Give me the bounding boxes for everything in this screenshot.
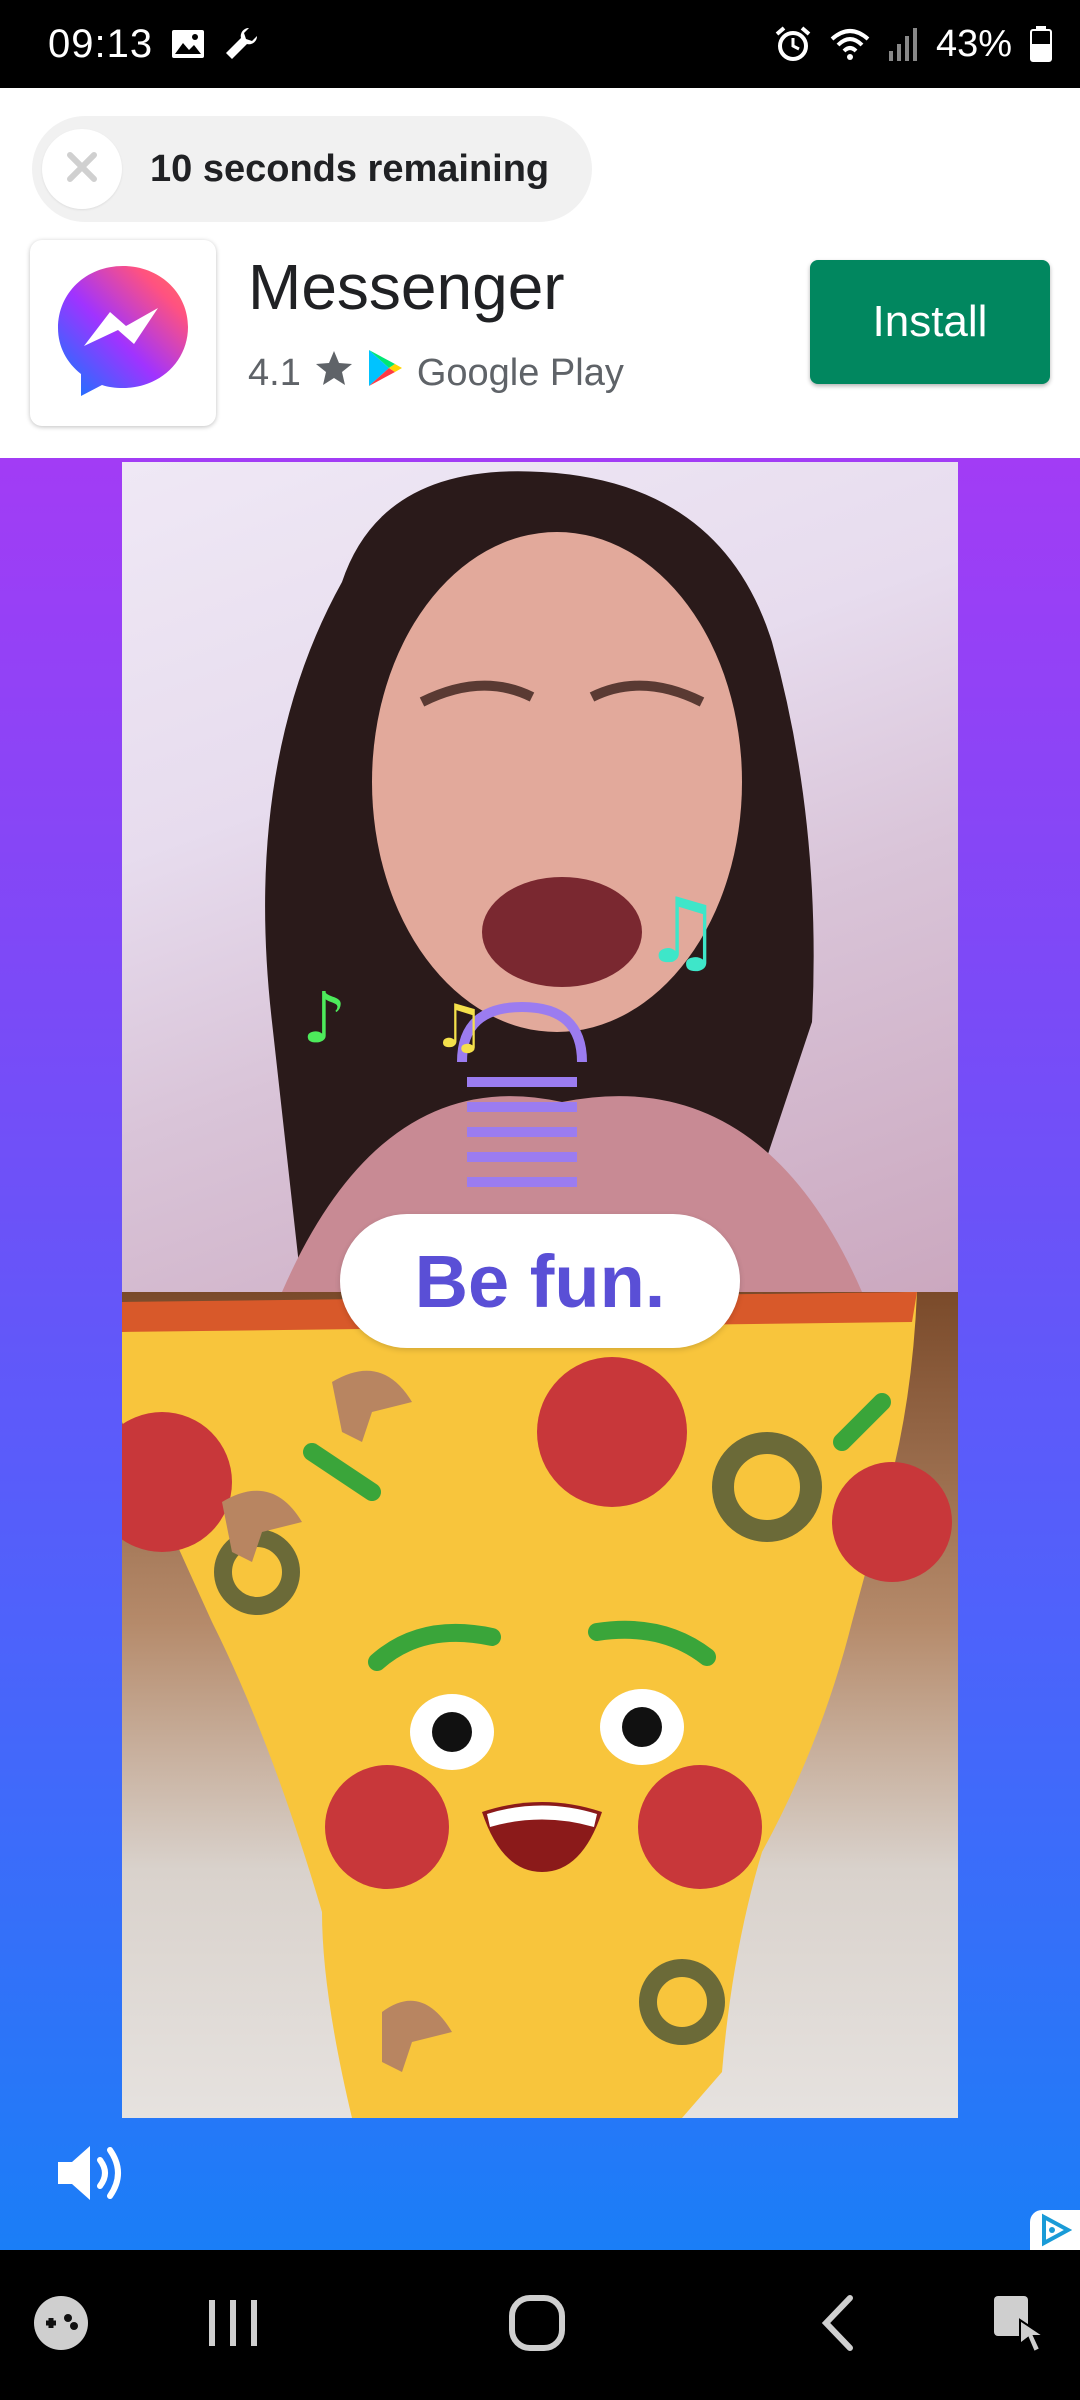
skip-timer: 10 seconds remaining — [32, 116, 592, 222]
adchoices-button[interactable] — [1030, 2210, 1080, 2254]
messenger-logo-icon — [50, 258, 196, 409]
timer-text: 10 seconds remaining — [150, 147, 550, 190]
alarm-icon — [774, 25, 812, 63]
battery-icon — [1030, 26, 1052, 62]
game-launcher-button[interactable] — [32, 2294, 90, 2357]
singing-person-illustration: ♫ ♪ ♫ — [265, 471, 862, 1292]
svg-text:♫: ♫ — [642, 879, 723, 984]
app-rating: 4.1 — [248, 351, 301, 394]
status-left: 09:13 — [48, 22, 259, 67]
app-name: Messenger — [248, 251, 565, 323]
home-icon — [508, 2295, 566, 2356]
star-icon — [315, 350, 353, 396]
app-info-row[interactable]: Messenger 4.1 Google Play Install — [30, 240, 1050, 430]
app-icon[interactable] — [30, 240, 216, 426]
accessibility-button[interactable] — [990, 2294, 1048, 2361]
signal-icon — [888, 27, 918, 61]
app-meta: 4.1 Google Play — [248, 348, 624, 398]
back-button[interactable] — [818, 2294, 858, 2357]
status-time: 09:13 — [48, 21, 154, 66]
pizza-character-illustration — [122, 1292, 952, 2118]
battery-percent: 43% — [935, 22, 1012, 65]
video-top-scene: ♫ ♪ ♫ — [122, 462, 958, 1292]
wifi-icon — [830, 27, 870, 61]
recents-icon — [207, 2300, 259, 2356]
volume-button[interactable] — [54, 2138, 130, 2208]
adchoices-icon — [1038, 2213, 1073, 2252]
store-name: Google Play — [416, 351, 624, 394]
close-icon — [62, 147, 102, 192]
image-icon — [171, 29, 205, 59]
svg-text:♪: ♪ — [302, 977, 347, 1059]
ad-video-area[interactable]: ♫ ♪ ♫ Be fun. — [0, 458, 1080, 2254]
ad-video[interactable]: ♫ ♪ ♫ Be fun. — [122, 462, 958, 2118]
caption-pill: Be fun. — [340, 1214, 740, 1348]
svg-text:♫: ♫ — [432, 992, 486, 1062]
status-bar: 09:13 43% — [0, 0, 1080, 88]
ad-header: 10 seconds remaining Messenger 4.1 Googl… — [0, 88, 1080, 458]
install-button[interactable]: Install — [810, 260, 1050, 384]
recents-button[interactable] — [207, 2294, 259, 2357]
game-launcher-icon — [32, 2296, 90, 2356]
wrench-icon — [223, 26, 259, 62]
accessibility-icon — [990, 2296, 1048, 2360]
navigation-bar — [0, 2250, 1080, 2400]
close-ad-button[interactable] — [42, 129, 122, 209]
home-button[interactable] — [508, 2294, 566, 2357]
status-right: 43% — [774, 23, 1052, 66]
back-icon — [818, 2295, 858, 2356]
google-play-icon — [367, 348, 403, 398]
volume-icon — [54, 2146, 130, 2212]
video-bottom-scene — [122, 1292, 958, 2118]
